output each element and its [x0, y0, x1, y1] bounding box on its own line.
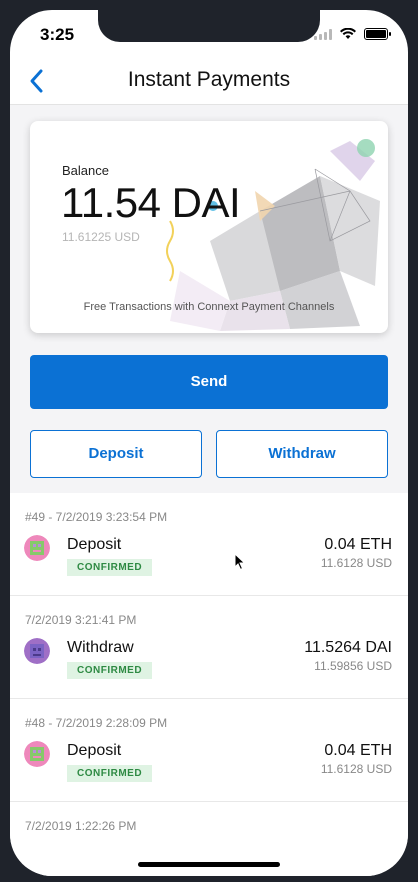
phone-screen: 3:25 Instant Payments Balance 11.54 DAI …: [10, 10, 408, 876]
balance-card: Balance 11.54 DAI 11.61225 USD Free Tran…: [30, 121, 388, 333]
navigation-bar: Instant Payments: [10, 58, 408, 105]
balance-amount: 11.54 DAI: [61, 179, 241, 226]
transaction-usd: 11.6128 USD: [320, 762, 392, 776]
transaction-list: #49 - 7/2/2019 3:23:54 PM Deposit CONFIR…: [10, 493, 408, 876]
transaction-amount: 11.5264 DAI: [304, 639, 392, 656]
avatar-icon: [24, 535, 50, 561]
avatar-icon: [24, 638, 50, 664]
balance-usd-value: 11.61225 USD: [62, 230, 140, 244]
transaction-type: Deposit: [67, 536, 122, 553]
transaction-usd: 11.6128 USD: [320, 556, 392, 570]
status-badge: CONFIRMED: [67, 559, 153, 576]
transaction-meta: #48 - 7/2/2019 2:28:09 PM: [25, 716, 168, 730]
balance-label: Balance: [62, 163, 109, 178]
card-footer-text: Free Transactions with Connext Payment C…: [83, 301, 335, 313]
wifi-icon: [340, 28, 356, 39]
notch: [98, 10, 320, 42]
signal-icon: [314, 28, 332, 40]
battery-icon: [364, 28, 391, 40]
status-time: 3:25: [40, 25, 75, 44]
transaction-row[interactable]: #49 - 7/2/2019 3:23:54 PM Deposit CONFIR…: [10, 493, 408, 596]
status-badge: CONFIRMED: [67, 765, 153, 782]
withdraw-button[interactable]: Withdraw: [216, 430, 388, 478]
transaction-type: Deposit: [67, 742, 122, 759]
transaction-row[interactable]: 7/2/2019 3:21:41 PM Withdraw CONFIRMED 1…: [10, 596, 408, 699]
deposit-button[interactable]: Deposit: [30, 430, 202, 478]
home-indicator[interactable]: [138, 862, 280, 867]
send-button[interactable]: Send: [30, 355, 388, 409]
transaction-row[interactable]: #48 - 7/2/2019 2:28:09 PM Deposit CONFIR…: [10, 699, 408, 802]
status-badge: CONFIRMED: [67, 662, 153, 679]
transaction-meta: 7/2/2019 1:22:26 PM: [25, 819, 137, 833]
transaction-amount: 0.04 ETH: [324, 536, 392, 553]
avatar-icon: [24, 741, 50, 767]
transaction-meta: 7/2/2019 3:21:41 PM: [25, 613, 137, 627]
status-icons: [314, 28, 391, 40]
transaction-amount: 0.04 ETH: [324, 742, 392, 759]
transaction-type: Withdraw: [67, 639, 134, 656]
transaction-usd: 11.59856 USD: [314, 659, 392, 673]
page-title: Instant Payments: [127, 68, 291, 91]
cursor-icon: [234, 553, 246, 571]
transaction-meta: #49 - 7/2/2019 3:23:54 PM: [25, 510, 168, 524]
